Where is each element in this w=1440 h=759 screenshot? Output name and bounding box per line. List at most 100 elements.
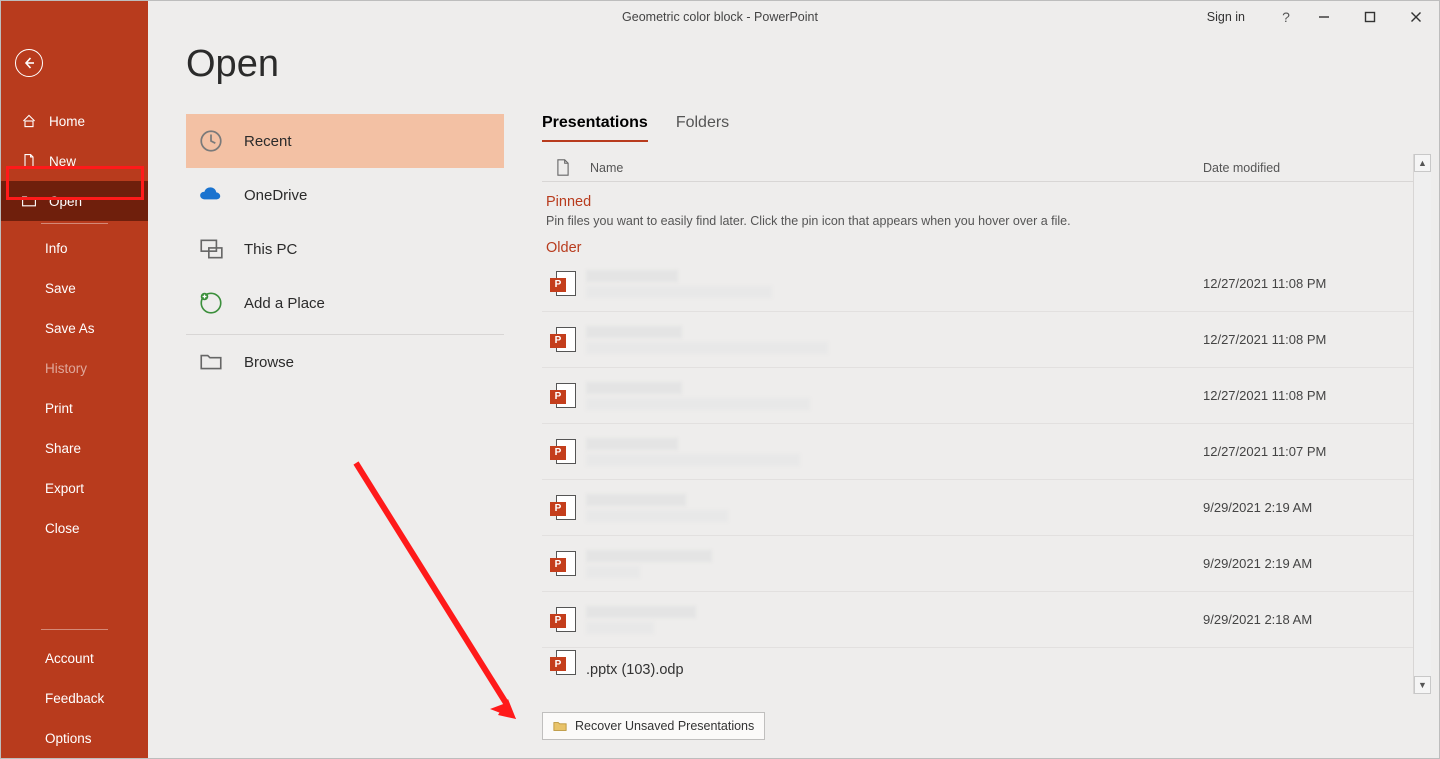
nav-print[interactable]: Print bbox=[1, 388, 148, 428]
nav-save-as[interactable]: Save As bbox=[1, 308, 148, 348]
vertical-scrollbar[interactable]: ▲ ▼ bbox=[1413, 154, 1431, 694]
page-title: Open bbox=[186, 43, 1431, 86]
file-row[interactable]: P 9/29/2021 2:19 AM bbox=[542, 480, 1413, 536]
help-button[interactable]: ? bbox=[1271, 1, 1301, 33]
nav-close[interactable]: Close bbox=[1, 508, 148, 548]
nav-divider bbox=[41, 223, 108, 224]
file-row[interactable]: P 12/27/2021 11:07 PM bbox=[542, 424, 1413, 480]
close-window-button[interactable] bbox=[1393, 1, 1439, 33]
add-place-icon bbox=[196, 288, 226, 318]
file-date-modified: 12/27/2021 11:08 PM bbox=[1203, 388, 1413, 403]
home-icon bbox=[21, 113, 37, 129]
nav-new-label: New bbox=[49, 154, 76, 169]
section-pinned: Pinned bbox=[546, 194, 1413, 210]
file-date-modified: 9/29/2021 2:19 AM bbox=[1203, 500, 1413, 515]
nav-home[interactable]: Home bbox=[1, 101, 148, 141]
clock-icon bbox=[196, 126, 226, 156]
file-path-redacted bbox=[586, 622, 654, 634]
pptx-file-icon: P bbox=[546, 495, 580, 521]
pptx-file-icon: P bbox=[546, 383, 580, 409]
file-row[interactable]: P .pptx (103).odp bbox=[542, 648, 1413, 678]
back-button[interactable] bbox=[15, 49, 43, 77]
file-name-redacted bbox=[586, 270, 678, 282]
file-path-redacted bbox=[586, 510, 728, 522]
recover-unsaved-label: Recover Unsaved Presentations bbox=[575, 719, 754, 733]
file-list-header: Name Date modified bbox=[542, 154, 1413, 182]
pptx-file-icon: P bbox=[546, 327, 580, 353]
file-date-modified: 12/27/2021 11:08 PM bbox=[1203, 332, 1413, 347]
pptx-file-icon: P bbox=[546, 551, 580, 577]
column-date-modified[interactable]: Date modified bbox=[1203, 161, 1413, 175]
file-name-redacted bbox=[586, 550, 712, 562]
backstage-sidebar: Home New Open Info Save Save As History … bbox=[1, 1, 148, 758]
tab-presentations[interactable]: Presentations bbox=[542, 114, 648, 142]
file-path-redacted bbox=[586, 398, 810, 410]
location-recent[interactable]: Recent bbox=[186, 114, 504, 168]
nav-history: History bbox=[1, 348, 148, 388]
location-browse[interactable]: Browse bbox=[186, 335, 504, 389]
scroll-up-button[interactable]: ▲ bbox=[1414, 154, 1431, 172]
nav-feedback[interactable]: Feedback bbox=[1, 678, 148, 718]
file-path-redacted bbox=[586, 286, 772, 298]
file-path-redacted bbox=[586, 454, 800, 466]
this-pc-icon bbox=[196, 234, 226, 264]
nav-open-label: Open bbox=[49, 194, 82, 209]
file-date-modified: 9/29/2021 2:18 AM bbox=[1203, 612, 1413, 627]
file-date-modified: 9/29/2021 2:19 AM bbox=[1203, 556, 1413, 571]
nav-save[interactable]: Save bbox=[1, 268, 148, 308]
folder-open-icon bbox=[553, 719, 567, 733]
pptx-file-icon: P bbox=[546, 607, 580, 633]
file-name-redacted bbox=[586, 382, 682, 394]
sign-in-link[interactable]: Sign in bbox=[1207, 10, 1245, 24]
file-path-redacted bbox=[586, 342, 828, 354]
nav-account[interactable]: Account bbox=[1, 638, 148, 678]
main-content: Open Recent OneDrive bbox=[148, 1, 1439, 758]
location-recent-label: Recent bbox=[244, 133, 292, 150]
scroll-down-button[interactable]: ▼ bbox=[1414, 676, 1431, 694]
minimize-button[interactable] bbox=[1301, 1, 1347, 33]
file-name-redacted bbox=[586, 494, 686, 506]
file-row[interactable]: P 9/29/2021 2:18 AM bbox=[542, 592, 1413, 648]
tab-folders[interactable]: Folders bbox=[676, 114, 729, 142]
file-date-modified: 12/27/2021 11:07 PM bbox=[1203, 444, 1413, 459]
location-this-pc[interactable]: This PC bbox=[186, 222, 504, 276]
onedrive-icon bbox=[196, 180, 226, 210]
folder-icon bbox=[196, 347, 226, 377]
nav-options[interactable]: Options bbox=[1, 718, 148, 758]
nav-info[interactable]: Info bbox=[1, 228, 148, 268]
file-name-redacted bbox=[586, 606, 696, 618]
column-name[interactable]: Name bbox=[590, 161, 623, 175]
open-locations-list: Recent OneDrive This PC bbox=[186, 114, 504, 758]
file-name-redacted bbox=[586, 438, 678, 450]
file-row[interactable]: P 12/27/2021 11:08 PM bbox=[542, 368, 1413, 424]
location-onedrive-label: OneDrive bbox=[244, 187, 307, 204]
nav-open[interactable]: Open bbox=[1, 181, 148, 221]
location-add-place-label: Add a Place bbox=[244, 295, 325, 312]
nav-divider-bottom bbox=[41, 629, 108, 630]
nav-export[interactable]: Export bbox=[1, 468, 148, 508]
folder-open-icon bbox=[21, 193, 37, 209]
file-name: .pptx (103).odp bbox=[586, 648, 1203, 678]
window-title: Geometric color block - PowerPoint bbox=[622, 10, 818, 24]
pptx-file-icon: P bbox=[546, 439, 580, 465]
location-this-pc-label: This PC bbox=[244, 241, 297, 258]
nav-home-label: Home bbox=[49, 114, 85, 129]
location-onedrive[interactable]: OneDrive bbox=[186, 168, 504, 222]
location-add-place[interactable]: Add a Place bbox=[186, 276, 504, 330]
open-tabs: Presentations Folders bbox=[542, 114, 1431, 142]
file-row[interactable]: P12/27/2021 11:08 PM bbox=[542, 256, 1413, 312]
file-icon bbox=[556, 159, 570, 176]
maximize-button[interactable] bbox=[1347, 1, 1393, 33]
pptx-file-icon: P bbox=[546, 650, 580, 676]
file-row[interactable]: P 12/27/2021 11:08 PM bbox=[542, 312, 1413, 368]
section-older: Older bbox=[546, 240, 1413, 256]
file-icon bbox=[21, 153, 37, 169]
file-name-redacted bbox=[586, 326, 682, 338]
file-date-modified: 12/27/2021 11:08 PM bbox=[1203, 276, 1413, 291]
nav-new[interactable]: New bbox=[1, 141, 148, 181]
file-row[interactable]: P 9/29/2021 2:19 AM bbox=[542, 536, 1413, 592]
recover-unsaved-button[interactable]: Recover Unsaved Presentations bbox=[542, 712, 765, 740]
nav-share[interactable]: Share bbox=[1, 428, 148, 468]
pinned-help-text: Pin files you want to easily find later.… bbox=[546, 214, 1413, 228]
location-browse-label: Browse bbox=[244, 354, 294, 371]
